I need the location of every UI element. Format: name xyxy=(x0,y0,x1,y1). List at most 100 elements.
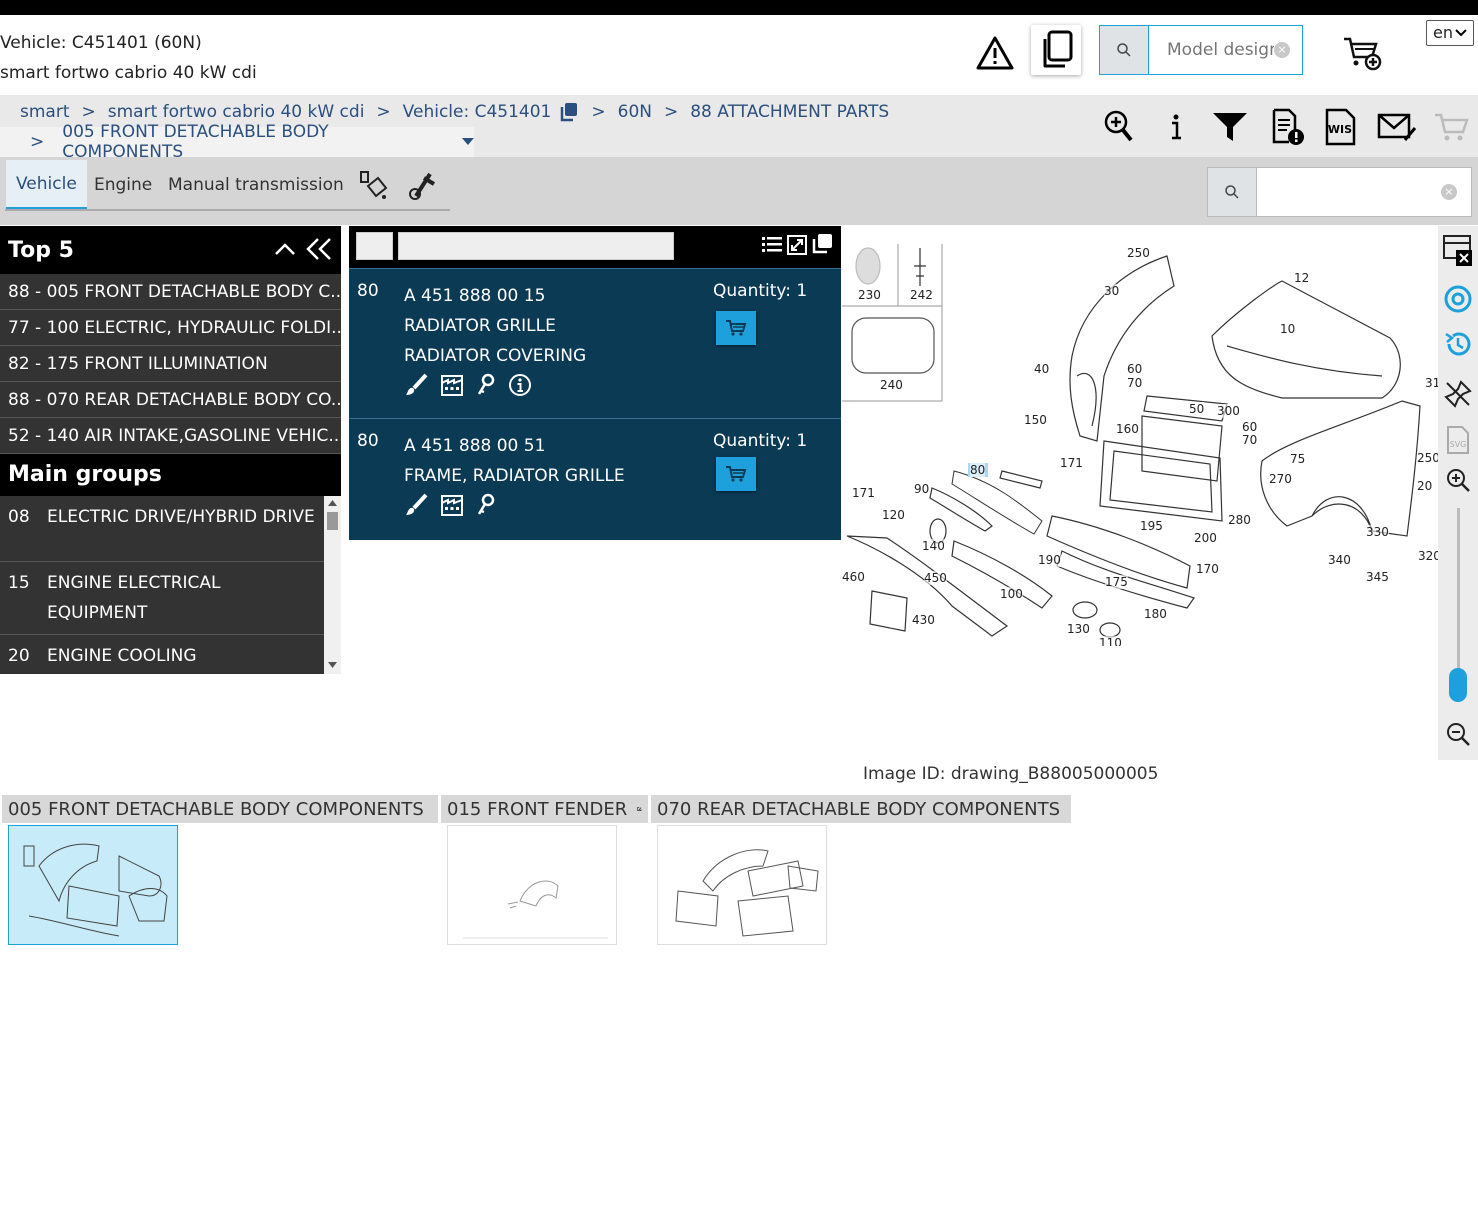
drawing-callout[interactable]: 175 xyxy=(1105,575,1128,589)
unpin-icon[interactable] xyxy=(1440,376,1476,412)
info-icon[interactable] xyxy=(1158,107,1194,147)
drawing-callout[interactable]: 100 xyxy=(1000,587,1023,601)
drawing-callout[interactable]: 250 xyxy=(1417,451,1438,465)
key-icon[interactable] xyxy=(476,373,496,397)
drawing-callout[interactable]: 120 xyxy=(882,508,905,522)
drawing-callout[interactable]: 140 xyxy=(922,539,945,553)
cart-add-icon[interactable] xyxy=(1340,34,1384,72)
top5-item[interactable]: 82 - 175 FRONT ILLUMINATION xyxy=(0,346,341,382)
language-select[interactable]: en xyxy=(1426,20,1474,46)
key-icon[interactable] xyxy=(476,493,496,517)
tab-vehicle[interactable]: Vehicle xyxy=(6,160,87,210)
document-alert-icon[interactable] xyxy=(1270,107,1306,147)
search-button[interactable] xyxy=(1100,26,1149,74)
drawing-callout[interactable]: 200 xyxy=(1194,531,1217,545)
main-group-item[interactable]: 08 ELECTRIC DRIVE/HYBRID DRIVE xyxy=(0,496,324,562)
drawing-callout[interactable]: 195 xyxy=(1140,519,1163,533)
drawing-callout[interactable]: 171 xyxy=(852,486,875,500)
drawing-callout[interactable]: 50 xyxy=(1189,402,1205,416)
factory-icon[interactable] xyxy=(440,493,464,517)
drawing-callout[interactable]: 30 xyxy=(1104,284,1120,298)
current-subgroup-select[interactable]: > 005 FRONT DETACHABLE BODY COMPONENTS xyxy=(0,122,474,162)
crumb-model[interactable]: smart fortwo cabrio 40 kW cdi xyxy=(108,102,365,122)
drawing-callout[interactable]: 340 xyxy=(1328,553,1351,567)
add-to-cart-button[interactable] xyxy=(716,311,756,345)
parts-filter-input[interactable] xyxy=(398,232,674,260)
tools-icon[interactable] xyxy=(396,160,448,210)
add-to-cart-button[interactable] xyxy=(716,457,756,491)
target-icon[interactable] xyxy=(1440,281,1476,317)
drawing-callout[interactable]: 230 xyxy=(858,288,881,302)
drawing-callout[interactable]: 190 xyxy=(1038,553,1061,567)
drawing-callout[interactable]: 300 xyxy=(1217,404,1240,418)
main-group-item[interactable]: 20 ENGINE COOLING xyxy=(0,635,324,674)
drawing-callout[interactable]: 20 xyxy=(1417,479,1433,493)
thumbnail-015[interactable] xyxy=(447,825,617,945)
drawing-callout[interactable]: 80 xyxy=(970,463,986,477)
zoom-slider-handle[interactable] xyxy=(1449,668,1467,702)
model-search-input[interactable] xyxy=(1149,26,1274,74)
detach-icon[interactable] xyxy=(811,233,833,255)
top5-item[interactable]: 88 - 005 FRONT DETACHABLE BODY C... xyxy=(0,274,341,310)
filter-icon[interactable] xyxy=(1212,107,1248,147)
wis-icon[interactable]: WIS xyxy=(1323,107,1359,147)
part-row[interactable]: 80 A 451 888 00 15 RADIATOR GRILLE RADIA… xyxy=(349,268,841,418)
drawing-callout[interactable]: 430 xyxy=(912,613,935,627)
drawing-callout[interactable]: 160 xyxy=(1116,422,1139,436)
paint-icon[interactable] xyxy=(348,160,400,210)
drawing-callout[interactable]: 150 xyxy=(1024,413,1047,427)
tab-manual-transmission[interactable]: Manual transmission xyxy=(158,160,354,210)
chevron-up-icon[interactable] xyxy=(274,241,296,257)
history-icon[interactable] xyxy=(1440,326,1476,362)
drawing-callout[interactable]: 460 xyxy=(842,570,865,584)
close-drawing-icon[interactable] xyxy=(1440,232,1476,268)
factory-icon[interactable] xyxy=(440,373,464,397)
part-row[interactable]: 80 A 451 888 00 51 FRAME, RADIATOR GRILL… xyxy=(349,418,841,540)
drawing-callout[interactable]: 330 xyxy=(1366,525,1389,539)
zoom-in-icon[interactable] xyxy=(1440,462,1476,498)
scrollbar[interactable] xyxy=(324,496,341,674)
zoom-slider-track[interactable] xyxy=(1457,508,1460,688)
select-all-box[interactable] xyxy=(356,232,393,260)
drawing-callout[interactable]: 70 xyxy=(1127,376,1143,390)
thumbnail-070[interactable] xyxy=(657,825,827,945)
exploded-drawing[interactable]: 250 12 30 10 40 60 70 31 150 160 50 300 60 70 75 250 171… xyxy=(842,226,1438,646)
collapse-left-icon[interactable] xyxy=(306,237,332,261)
drawing-callout[interactable]: 280 xyxy=(1228,513,1251,527)
crumb-smart[interactable]: smart xyxy=(20,102,70,122)
clear-icon[interactable]: × xyxy=(1441,184,1457,200)
part-number[interactable]: A 451 888 00 15 xyxy=(404,281,586,311)
thumbnail-tab-005[interactable]: 005 FRONT DETACHABLE BODY COMPONENTS xyxy=(2,795,438,823)
drawing-callout[interactable]: 75 xyxy=(1290,452,1306,466)
drawing-callout[interactable]: 242 xyxy=(910,288,933,302)
thumbnail-tab-070[interactable]: 070 REAR DETACHABLE BODY COMPONENTS xyxy=(651,795,1071,823)
drawing-callout[interactable]: 90 xyxy=(914,482,930,496)
drawing-callout[interactable]: 320 xyxy=(1418,549,1438,563)
svg-export-icon[interactable]: SVG xyxy=(1440,422,1476,458)
top5-item[interactable]: 77 - 100 ELECTRIC, HYDRAULIC FOLDI... xyxy=(0,310,341,346)
drawing-callout[interactable]: 180 xyxy=(1144,607,1167,621)
zoom-out-icon[interactable] xyxy=(1440,716,1476,752)
drawing-callout[interactable]: 40 xyxy=(1034,362,1050,376)
top5-item[interactable]: 52 - 140 AIR INTAKE,GASOLINE VEHIC... xyxy=(0,418,341,454)
expand-icon[interactable] xyxy=(787,235,807,255)
info-circle-icon[interactable] xyxy=(508,373,532,397)
thumbnail-005[interactable] xyxy=(8,825,178,945)
drawing-callout[interactable]: 130 xyxy=(1067,622,1090,636)
tab-engine[interactable]: Engine xyxy=(84,160,162,210)
main-group-item[interactable]: 15 ENGINE ELECTRICAL EQUIPMENT xyxy=(0,562,324,635)
thumbnail-tab-015[interactable]: 015 FRONT FENDER xyxy=(441,795,648,823)
drawing-callout[interactable]: 240 xyxy=(880,378,903,392)
clear-icon[interactable]: × xyxy=(1274,42,1290,58)
warning-icon[interactable] xyxy=(976,34,1014,72)
drawing-callout[interactable]: 60 xyxy=(1127,362,1143,376)
top5-item[interactable]: 88 - 070 REAR DETACHABLE BODY CO... xyxy=(0,382,341,418)
drawing-callout[interactable]: 70 xyxy=(1242,433,1258,447)
drawing-callout[interactable]: 270 xyxy=(1269,472,1292,486)
drawing-callout[interactable]: 345 xyxy=(1366,570,1389,584)
paint-brush-icon[interactable] xyxy=(404,493,428,517)
search-button[interactable] xyxy=(1208,168,1257,216)
scroll-thumb[interactable] xyxy=(327,512,338,530)
list-view-icon[interactable] xyxy=(762,236,782,254)
drawing-callout[interactable]: 60 xyxy=(1242,420,1258,434)
